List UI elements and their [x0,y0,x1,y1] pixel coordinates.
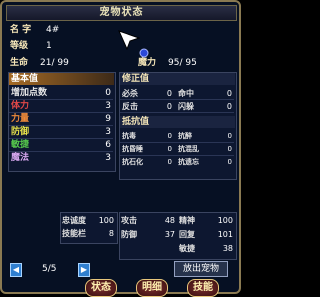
stat-value: 3 [105,127,111,137]
stat-label: 抗石化 [122,158,143,166]
stat-label: 闪躲 [178,102,194,111]
window-title: 宠物状态 [6,5,237,21]
level-row: 等级 1 [10,40,120,52]
stat-row-vitality: 体力 3 [9,101,113,113]
hp-value: 21/ 99 [40,58,69,68]
name-label: 名 字 [10,25,32,35]
attack-value: 48 [164,216,175,225]
stat-label: 魔法 [11,153,30,163]
stat-value: 3 [105,153,111,163]
recovery-label: 回复 [179,230,195,239]
stat-label: 抗遗忘 [178,158,199,166]
stat-label: 增加点数 [11,88,48,98]
combat-row-3: 敏捷 38 [121,243,233,255]
hp-label: 生命 [10,58,29,68]
stat-label: 敏捷 [11,140,30,150]
stat-value: 0 [166,89,172,98]
attack-label: 攻击 [121,216,137,225]
stat-value: 0 [227,158,232,166]
tab-skills[interactable]: 技能 [187,279,219,297]
resist-row: 抗毒 0 抗醉 0 [120,131,234,143]
resist-row: 抗昏睡 0 抗混乱 0 [120,144,234,156]
stat-label: 防御 [11,127,30,137]
stat-label: 抗醉 [178,132,192,140]
stat-label: 命中 [178,89,194,98]
stat-value: 0 [226,102,232,111]
stat-value: 0 [166,102,172,111]
stat-label: 体力 [11,101,30,111]
stat-label: 反击 [122,102,138,111]
skill-slots-label: 技能栏 [62,229,86,238]
resist-title: 抵抗值 [120,116,235,128]
tab-status[interactable]: 状态 [85,279,117,297]
stat-label: 力量 [11,114,30,124]
stat-row-points: 增加点数 0 [9,88,113,100]
level-value: 1 [46,41,52,51]
loyalty-value: 100 [98,216,114,225]
skill-slots-value: 8 [108,229,114,238]
stat-label: 抗昏睡 [122,145,143,153]
stat-label: 抗毒 [122,132,136,140]
loyalty-row: 忠诚度 100 [62,215,114,227]
stat-row-defense: 防御 3 [9,127,113,139]
release-pet-button[interactable]: 放出宠物 [174,261,228,277]
stat-value: 0 [167,158,172,166]
basic-title: 基本值 [9,73,114,85]
pet-status-window: 宠物状态 名 字 4# 等级 1 生命 21/ 99 魔力 95/ 95 基本值… [0,0,241,297]
stat-row-strength: 力量 9 [9,114,113,126]
stat-value: 0 [105,88,111,98]
stat-label: 必杀 [122,89,138,98]
stat-value: 0 [227,132,232,140]
stat-value: 9 [105,114,111,124]
stat-value: 0 [167,145,172,153]
defense-value: 37 [164,230,175,239]
stat-row-magic: 魔法 3 [9,153,113,164]
correct-title: 修正值 [120,73,235,85]
hp-mp-row: 生命 21/ 99 魔力 95/ 95 [10,57,235,69]
prev-pet-button[interactable]: ◀ [10,263,22,277]
tab-details[interactable]: 明细 [136,279,168,297]
name-value: 4# [46,25,60,35]
resist-row: 抗石化 0 抗遗忘 0 [120,157,234,168]
stat-value: 0 [226,89,232,98]
mental-label: 精神 [179,216,195,225]
mouse-cursor-icon [118,30,140,50]
combat-row-1: 攻击 48 精神 100 [121,215,233,227]
correct-row: 必杀 0 命中 0 [120,88,234,100]
loyalty-label: 忠诚度 [62,216,86,225]
skill-slots-row: 技能栏 8 [62,228,114,240]
combat-row-2: 防御 37 回复 101 [121,229,233,241]
agility-label: 敏捷 [179,244,195,253]
correct-row: 反击 0 闪躲 0 [120,101,234,113]
pager-text: 5/5 [42,264,57,274]
agility-value: 38 [222,244,233,253]
blue-orb-icon [139,48,149,58]
next-pet-button[interactable]: ▶ [78,263,90,277]
stat-label: 抗混乱 [178,145,199,153]
stat-value: 3 [105,101,111,111]
stat-value: 6 [105,140,111,150]
mp-label: 魔力 [138,58,157,68]
stat-value: 0 [227,145,232,153]
level-label: 等级 [10,41,29,51]
recovery-value: 101 [217,230,233,239]
stat-row-agility: 敏捷 6 [9,140,113,152]
mental-value: 100 [217,216,233,225]
defense-label: 防御 [121,230,137,239]
mp-value: 95/ 95 [168,58,197,68]
stat-value: 0 [167,132,172,140]
name-row: 名 字 4# [10,24,120,36]
